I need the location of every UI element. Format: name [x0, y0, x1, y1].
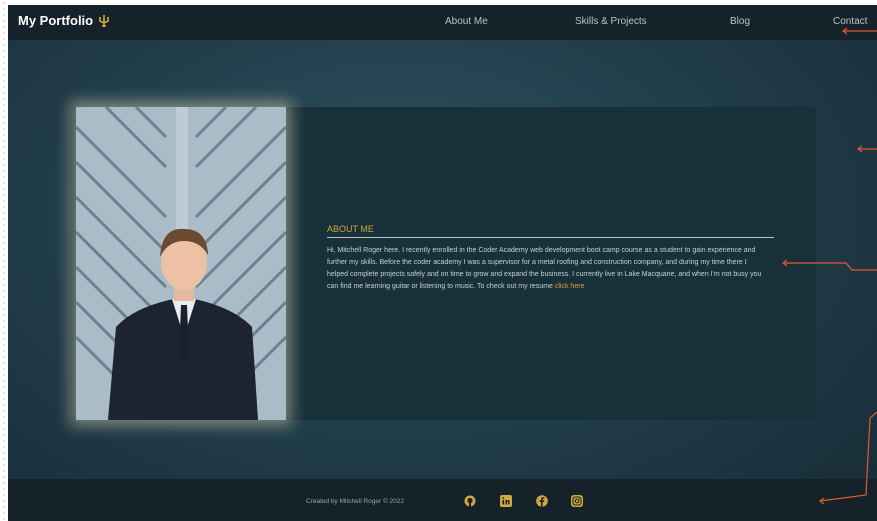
annotation-arrows	[782, 27, 877, 505]
